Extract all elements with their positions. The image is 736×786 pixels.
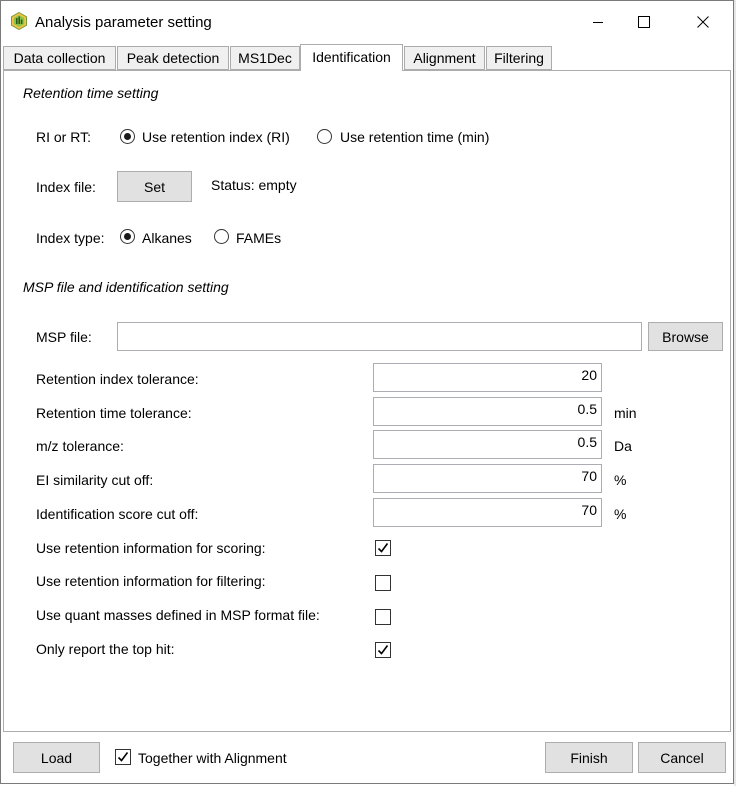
retention-section-title: Retention time setting [23,85,159,101]
radio-retention-time[interactable] [317,129,332,144]
param-unit: min [614,405,637,421]
param-label: Retention index tolerance: [36,371,199,387]
param-unit: Da [614,438,632,454]
tab-alignment[interactable]: Alignment [404,46,485,70]
radio-retention-index-label[interactable]: Use retention index (RI) [142,129,290,145]
close-icon [697,16,709,28]
mz-tolerance-input[interactable] [373,430,602,459]
maximize-button[interactable] [621,1,667,43]
tab-data-collection[interactable]: Data collection [3,46,116,70]
identification-panel: Retention time setting RI or RT: Use ret… [3,70,731,732]
checkmark-icon [377,543,389,553]
radio-fames[interactable] [214,229,229,244]
finish-button[interactable]: Finish [545,742,633,773]
tab-filtering[interactable]: Filtering [486,46,552,70]
param-label: Identification score cut off: [36,506,199,522]
close-button[interactable] [680,1,726,43]
minimize-button[interactable] [575,1,621,43]
title-bar[interactable]: Analysis parameter setting [1,1,733,43]
minimize-icon [593,22,603,23]
option-label: Use retention information for filtering: [36,573,266,589]
checkmark-icon [377,645,389,655]
only-top-hit-checkbox[interactable] [375,642,391,658]
ri-or-rt-label: RI or RT: [36,129,91,145]
radio-fames-label[interactable]: FAMEs [236,230,281,246]
use-quant-masses-checkbox[interactable] [375,609,391,625]
cancel-button[interactable]: Cancel [638,742,726,773]
index-type-label: Index type: [36,230,105,246]
together-with-alignment-checkbox[interactable] [115,749,131,765]
msp-section-title: MSP file and identification setting [23,279,229,295]
option-label: Use quant masses defined in MSP format f… [36,607,320,623]
use-retention-filtering-checkbox[interactable] [375,575,391,591]
load-button[interactable]: Load [13,742,100,773]
maximize-icon [638,16,650,28]
index-file-label: Index file: [36,179,96,195]
set-index-file-button[interactable]: Set [117,171,192,202]
tab-peak-detection[interactable]: Peak detection [117,46,229,70]
param-label: m/z tolerance: [36,438,124,454]
radio-alkanes-label[interactable]: Alkanes [142,230,192,246]
index-file-status: Status: empty [211,177,297,193]
identification-score-cutoff-input[interactable] [373,498,602,527]
use-retention-scoring-checkbox[interactable] [375,540,391,556]
param-label: EI similarity cut off: [36,472,154,488]
param-label: Retention time tolerance: [36,405,192,421]
dialog-window: Analysis parameter setting Data collecti… [0,0,734,784]
tab-ms1dec[interactable]: MS1Dec [230,46,300,70]
radio-alkanes[interactable] [120,229,135,244]
tab-identification[interactable]: Identification [300,44,403,71]
msp-file-input[interactable] [117,322,642,351]
dialog-footer: Load Together with Alignment Finish Canc… [1,732,733,783]
browse-button[interactable]: Browse [648,322,723,351]
msp-file-label: MSP file: [36,329,92,345]
together-with-alignment-label[interactable]: Together with Alignment [138,750,287,766]
param-unit: % [614,506,627,522]
window-title: Analysis parameter setting [35,14,212,31]
analysis-app-icon [11,12,27,30]
option-label: Use retention information for scoring: [36,540,266,556]
checkmark-icon [117,752,129,762]
retention-time-tolerance-input[interactable] [373,397,602,426]
radio-retention-index[interactable] [120,129,135,144]
option-label: Only report the top hit: [36,641,175,657]
ei-similarity-cutoff-input[interactable] [373,464,602,493]
radio-retention-time-label[interactable]: Use retention time (min) [340,129,489,145]
param-unit: % [614,472,627,488]
retention-index-tolerance-input[interactable] [373,363,602,392]
